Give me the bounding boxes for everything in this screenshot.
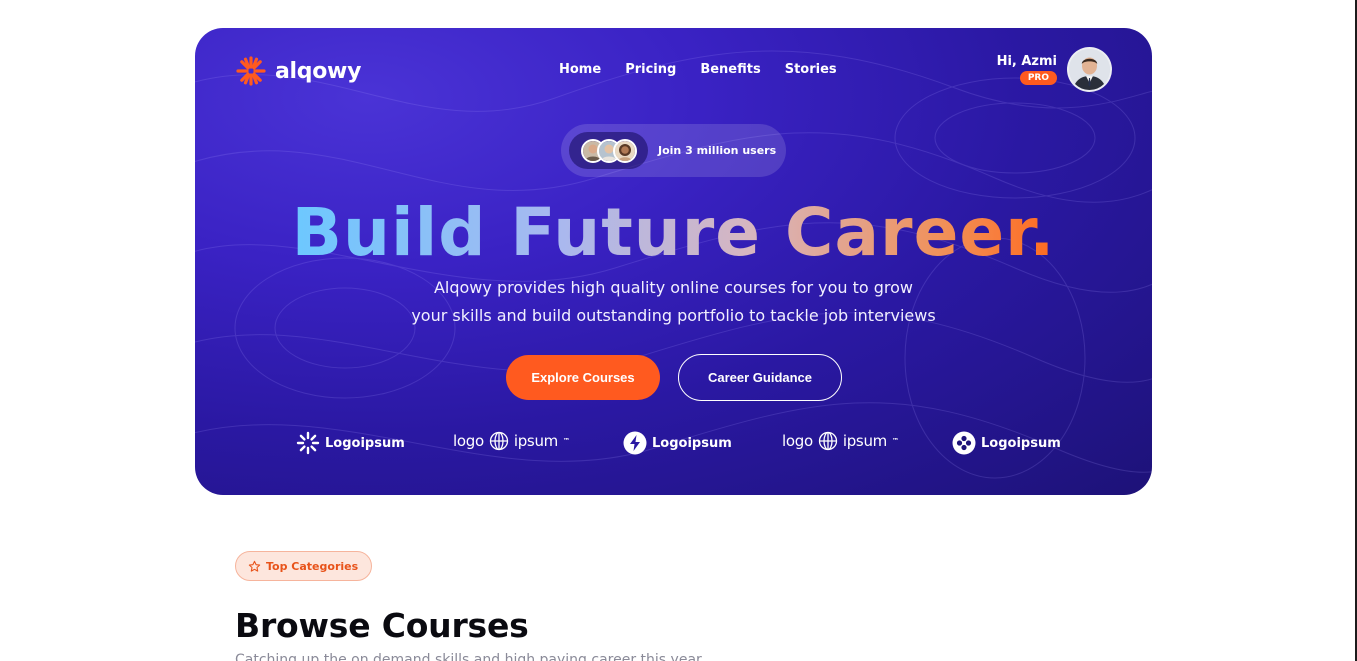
partner-logo: logo ipsum ™	[453, 431, 570, 451]
partner-name: Logoipsum	[652, 435, 732, 451]
person-avatar-icon	[615, 140, 635, 161]
partner-logo: Logoipsum	[296, 431, 405, 455]
partner-logos: Logoipsum logo ipsum ™ Logoipsum logo ip…	[195, 428, 1152, 458]
nav-benefits[interactable]: Benefits	[700, 62, 760, 77]
partner-logo: Logoipsum	[623, 431, 732, 455]
partner-name: Logoipsum	[325, 435, 405, 451]
partner-logo: Logoipsum	[952, 431, 1061, 455]
partner-word-left: logo	[782, 432, 813, 450]
sunburst-logo-icon	[236, 56, 266, 86]
sunburst-icon	[296, 431, 320, 455]
browse-courses-subtitle: Catching up the on demand skills and hig…	[235, 652, 702, 661]
avatar-person-icon	[1069, 49, 1110, 90]
hero-headline: Build Future Career.	[195, 194, 1152, 272]
join-users-pill: Join 3 million users	[561, 124, 786, 177]
user-greeting: Hi, Azmi	[996, 54, 1057, 69]
globe-icon	[489, 431, 508, 451]
partner-word-right: ipsum	[842, 432, 887, 450]
brand-logo[interactable]: alqowy	[235, 55, 361, 87]
avatar-stack	[569, 132, 648, 169]
career-guidance-button[interactable]: Career Guidance	[678, 354, 842, 401]
brand-name: alqowy	[275, 58, 362, 84]
partner-word-right: ipsum	[513, 432, 558, 450]
trademark-mark: ™	[891, 437, 899, 445]
top-categories-chip: Top Categories	[235, 551, 373, 581]
hero-subtitle: Alqowy provides high quality online cour…	[195, 274, 1152, 330]
partner-logo: logo ipsum ™	[782, 431, 899, 451]
explore-courses-button[interactable]: Explore Courses	[506, 355, 660, 400]
hero-subtitle-line1: Alqowy provides high quality online cour…	[433, 278, 914, 297]
nav-stories[interactable]: Stories	[785, 62, 837, 77]
user-menu[interactable]: Hi, Azmi PRO	[997, 47, 1112, 92]
clover-icon	[952, 431, 976, 455]
browse-courses-title: Browse Courses	[235, 606, 529, 645]
globe-icon	[818, 431, 837, 451]
bolt-icon	[623, 431, 647, 455]
partner-word-left: logo	[453, 432, 484, 450]
user-meta: Hi, Azmi PRO	[997, 54, 1057, 85]
headline-text: Build Future Career.	[291, 194, 1056, 271]
star-icon	[248, 560, 261, 572]
pro-badge: PRO	[1019, 71, 1057, 85]
hero-section: alqowy Home Pricing Benefits Stories Hi,…	[195, 28, 1152, 495]
user-avatar[interactable]	[1067, 47, 1112, 92]
member-avatar	[613, 138, 637, 163]
partner-name: Logoipsum	[981, 435, 1061, 451]
trademark-mark: ™	[562, 437, 570, 445]
join-users-text: Join 3 million users	[658, 144, 777, 157]
chip-label: Top Categories	[266, 559, 359, 573]
nav-home[interactable]: Home	[559, 62, 601, 77]
hero-subtitle-line2: your skills and build outstanding portfo…	[411, 306, 936, 325]
main-nav: Home Pricing Benefits Stories	[559, 62, 837, 77]
nav-pricing[interactable]: Pricing	[625, 62, 676, 77]
